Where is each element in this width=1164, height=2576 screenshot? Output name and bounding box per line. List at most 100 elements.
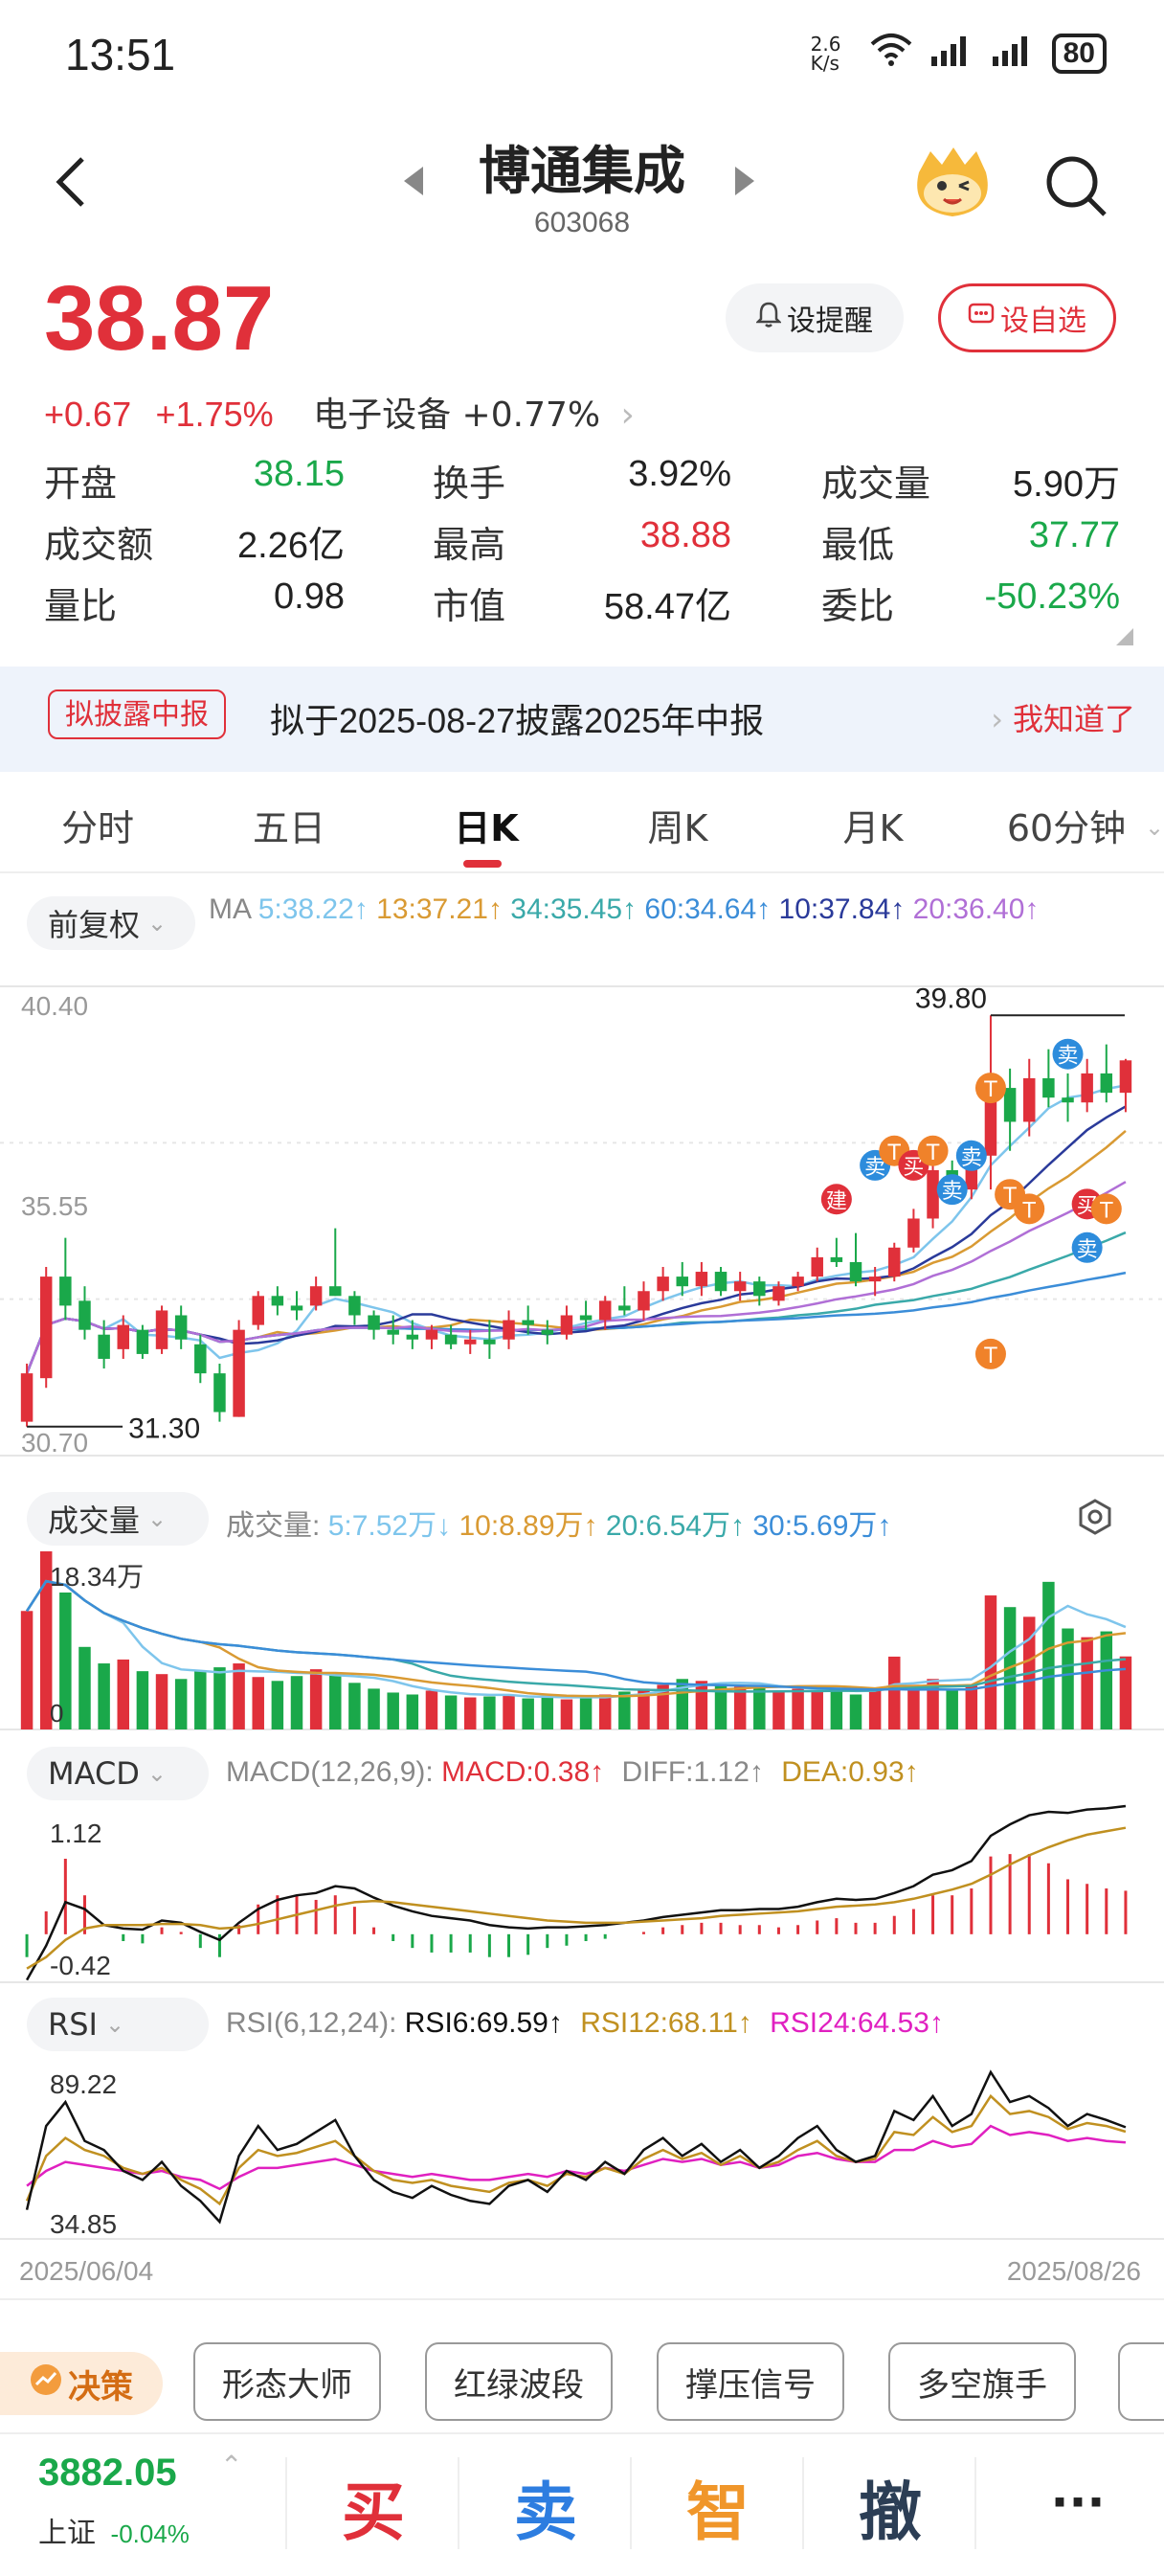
tool-pattern-master[interactable]: 形态大师 (193, 2342, 381, 2421)
stat-label: 市值 (433, 585, 506, 627)
macd-chart[interactable]: 1.12 -0.42 (0, 1796, 1164, 1992)
candle-body (503, 1320, 515, 1340)
tab-2[interactable]: 日K (410, 799, 563, 851)
volume-bar (271, 1681, 284, 1729)
volume-bar (1100, 1631, 1113, 1729)
search-icon[interactable] (1043, 153, 1110, 220)
volume-bar (830, 1689, 843, 1729)
candlestick-chart[interactable]: 40.4035.5530.7039.8031.30建卖T买T卖卖TTTT卖买 T卖 (0, 967, 1164, 1475)
tab-4[interactable]: 月K (796, 799, 950, 851)
candle-body (290, 1305, 303, 1311)
candle-body (618, 1305, 631, 1311)
candle-body (252, 1296, 264, 1325)
sell-button[interactable]: 卖 (459, 2461, 632, 2553)
volume-bar (946, 1690, 958, 1729)
volume-bar (174, 1679, 188, 1729)
stat-value: 37.77 (1028, 515, 1120, 555)
adjust-select[interactable]: 前复权 ⌄ (27, 896, 195, 950)
more-button[interactable]: ··· (992, 2474, 1164, 2530)
volume-bar (579, 1696, 593, 1729)
candle-body (348, 1296, 361, 1316)
volume-bar (368, 1688, 380, 1729)
y-tick-label: 35.55 (21, 1191, 88, 1221)
candle-body (213, 1373, 226, 1412)
tool-bull-bear-flag[interactable]: 多空旗手 (888, 2342, 1076, 2421)
start-date: 2025/06/04 (19, 2256, 154, 2286)
dismiss-banner-link[interactable]: › 我知道了 (991, 695, 1135, 739)
candle-body (155, 1310, 168, 1349)
candle-body (927, 1169, 939, 1219)
rsi-params: RSI(6,12,24): (226, 2007, 397, 2039)
volume-chart[interactable]: 18.34万 0 (0, 1542, 1164, 1739)
volume-bar (117, 1659, 130, 1729)
change-row: +0.67 +1.75% 电子设备 +0.77% › (44, 387, 635, 437)
index-value[interactable]: 3882.05 (38, 2452, 177, 2495)
candle-body (1100, 1073, 1113, 1094)
add-watchlist-button[interactable]: 设自选 (938, 283, 1116, 352)
stat-value: 38.88 (639, 515, 731, 555)
volume-bar (406, 1694, 419, 1729)
volume-bar (290, 1676, 303, 1729)
candle-body (39, 1277, 53, 1379)
candle-body (541, 1329, 554, 1335)
candle-body (907, 1218, 920, 1248)
cancel-order-button[interactable]: 撤 (804, 2461, 976, 2553)
volume-bar (194, 1670, 207, 1729)
macd-select[interactable]: MACD ⌄ (27, 1747, 209, 1800)
macd-legend: MACD(12,26,9): MACD:0.38↑ DIFF:1.12↑ DEA… (226, 1756, 919, 1789)
volume-bar (849, 1694, 862, 1729)
tab-5[interactable]: 60分钟 (990, 799, 1143, 851)
candle-body (463, 1339, 477, 1344)
smart-button[interactable]: 智 (632, 2461, 804, 2553)
volume-bar (425, 1690, 438, 1729)
tool-label: 形态大师 (222, 2365, 352, 2405)
sector-link[interactable]: 电子设备 +0.77% (313, 395, 600, 435)
tab-1[interactable]: 五日 (213, 799, 366, 851)
rsi-chart[interactable]: 89.22 34.85 (0, 2049, 1164, 2241)
candle-body (194, 1344, 207, 1374)
tab-0[interactable]: 分时 (21, 799, 174, 851)
signal-badge-label: 卖 (1058, 1045, 1079, 1069)
candle-body (772, 1286, 785, 1301)
tool-red-green-band[interactable]: 红绿波段 (425, 2342, 613, 2421)
tab-3[interactable]: 周K (601, 799, 754, 851)
signal-badge-label: T (1022, 1199, 1037, 1223)
candle-body (1003, 1088, 1017, 1122)
status-time: 13:51 (65, 30, 176, 79)
candle-body (1022, 1077, 1036, 1122)
signal-badge-label: 卖 (942, 1180, 963, 1204)
bell-icon (754, 301, 783, 335)
y-tick-label: 40.40 (21, 991, 88, 1021)
volume-select[interactable]: 成交量 ⌄ (27, 1492, 209, 1546)
tool-support-resistance[interactable]: 撑压信号 (657, 2342, 844, 2421)
volume-bar (965, 1685, 978, 1729)
volume-bar (252, 1677, 264, 1729)
decision-button[interactable]: 决策 (0, 2352, 163, 2415)
mascot-icon[interactable] (909, 144, 996, 220)
settings-icon[interactable] (1076, 1498, 1114, 1540)
volume-bar (868, 1690, 882, 1729)
battery-icon: 80 (1051, 34, 1107, 74)
volume-bar (329, 1672, 342, 1729)
candle-body (117, 1324, 130, 1349)
buy-button[interactable]: 买 (287, 2461, 459, 2553)
set-alert-button[interactable]: 设提醒 (726, 283, 904, 352)
candle-body (792, 1277, 804, 1287)
dif-line (25, 1804, 1127, 1981)
volume-bar (444, 1695, 458, 1729)
divider (974, 2457, 976, 2549)
stat-label: 换手 (433, 463, 506, 505)
rsi-select[interactable]: RSI ⌄ (27, 1998, 209, 2051)
volume-bar (907, 1684, 920, 1729)
index-change: -0.04% (110, 2520, 190, 2548)
candle-body (59, 1277, 72, 1306)
next-stock-icon[interactable] (731, 165, 758, 201)
candle-body (1119, 1060, 1132, 1094)
candle-body (1062, 1097, 1074, 1103)
tool-more-partial[interactable] (1118, 2342, 1164, 2421)
volume-bar (233, 1663, 245, 1729)
tab-more-icon[interactable]: ⌄ (1145, 814, 1164, 841)
corner-triangle-icon (1116, 628, 1133, 649)
volume-ma-line (26, 1579, 1127, 1693)
stat-value: 2.26亿 (237, 526, 345, 566)
